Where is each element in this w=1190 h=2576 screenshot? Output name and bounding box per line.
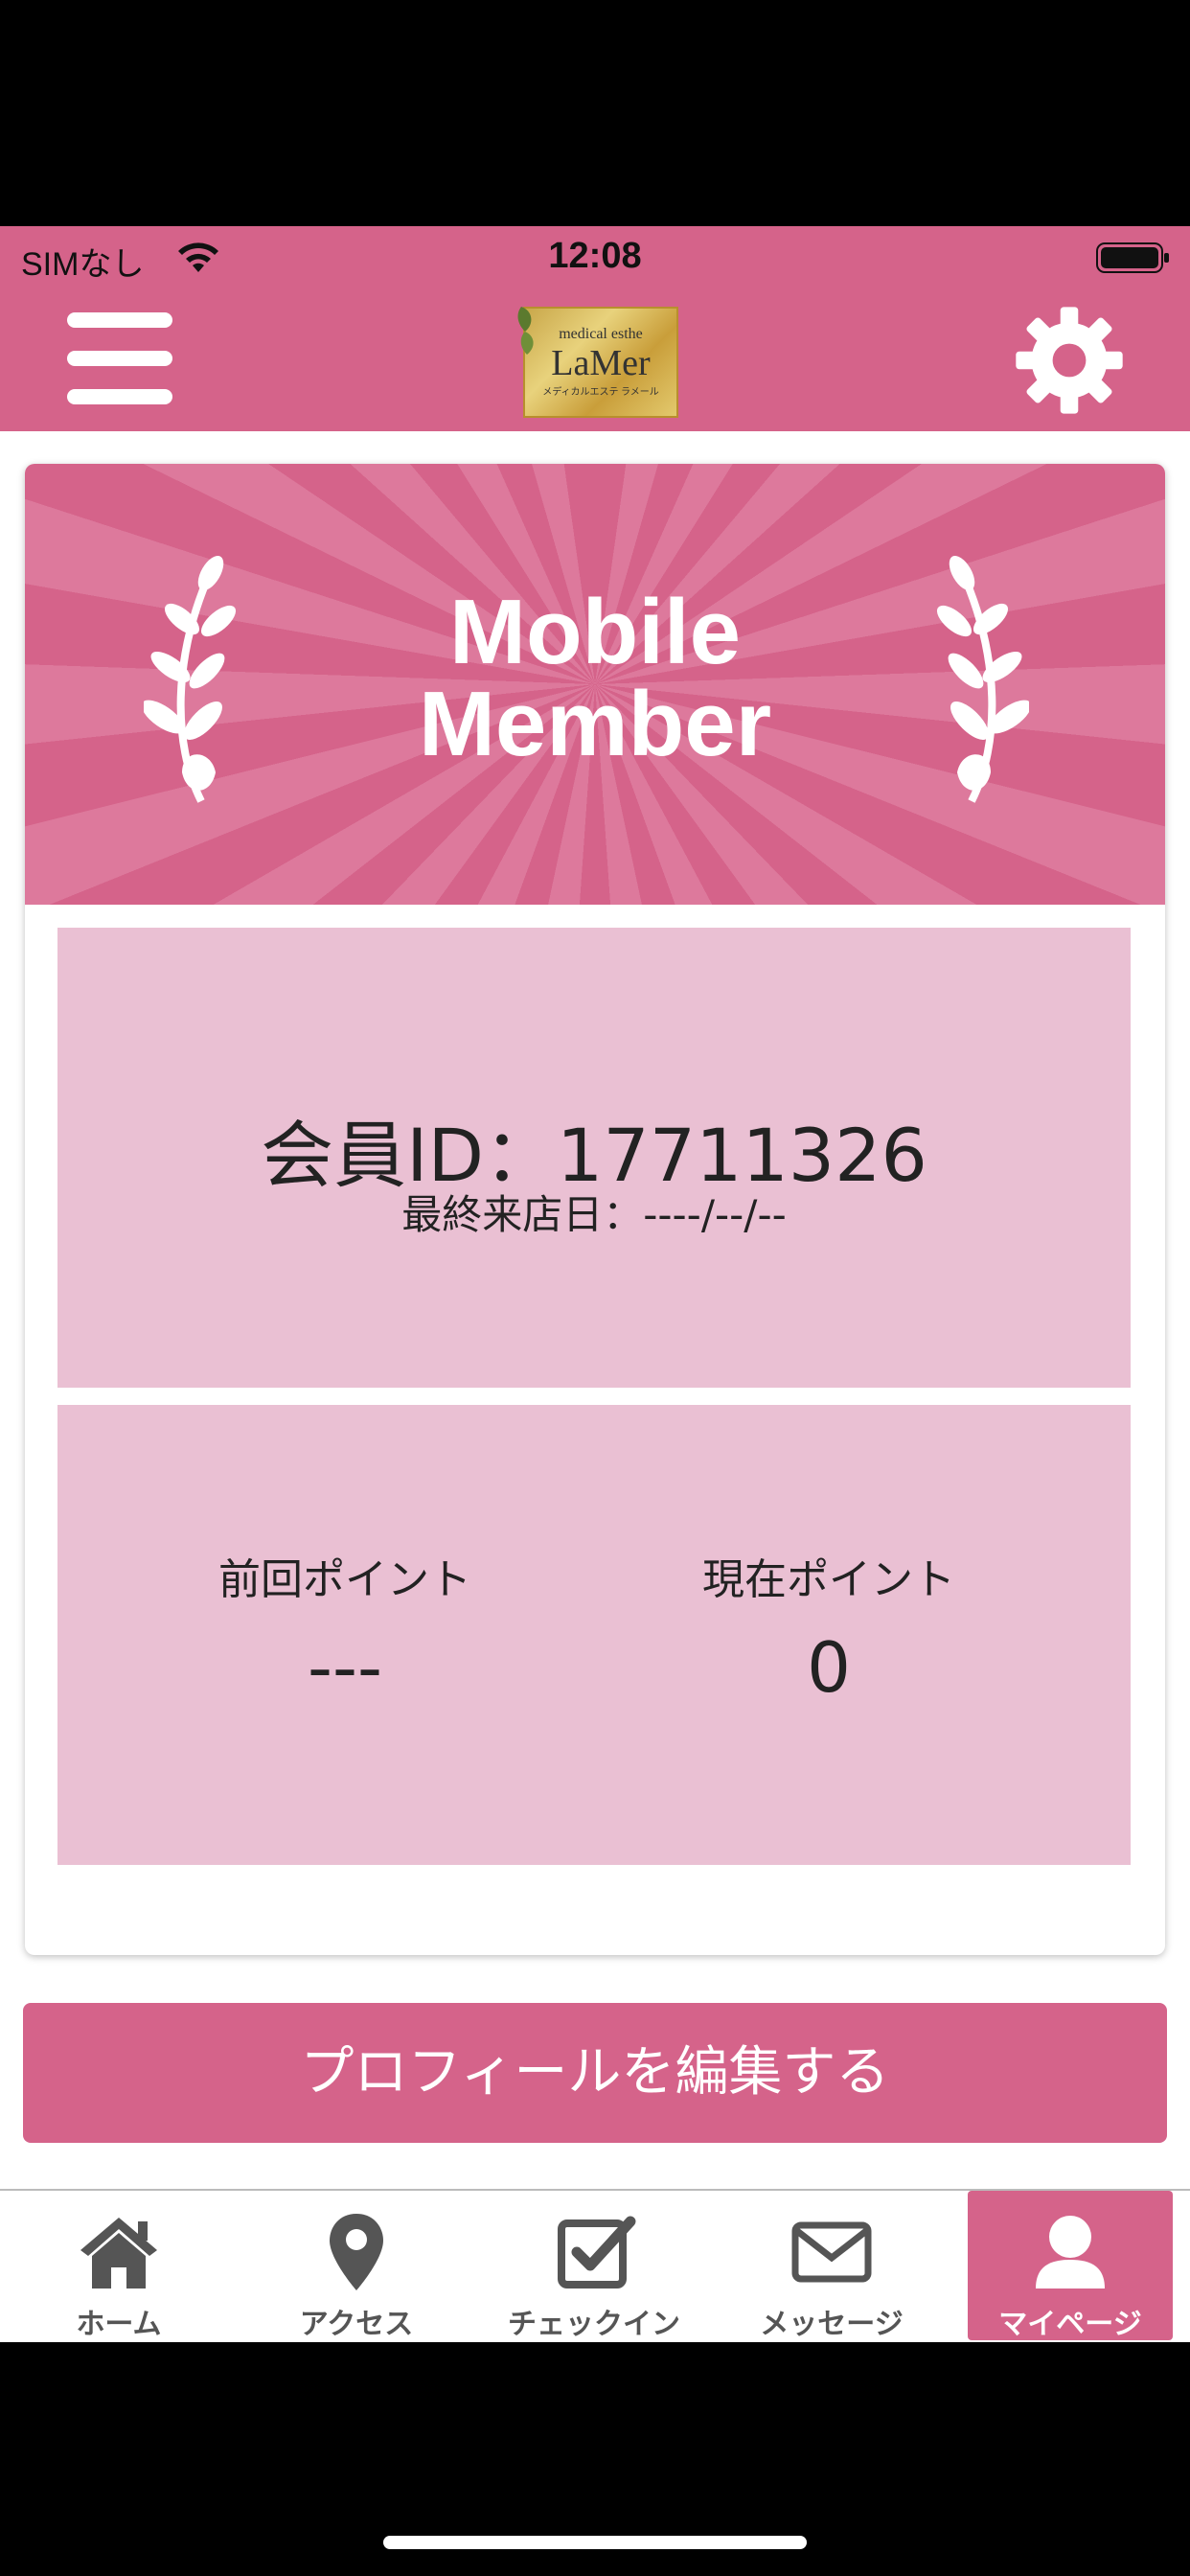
menu-line [67, 312, 172, 328]
previous-points: 前回ポイント --- [105, 1545, 584, 1708]
edit-profile-button[interactable]: プロフィールを編集する [23, 2003, 1167, 2143]
checkbox-icon [558, 2216, 636, 2288]
hamburger-menu-button[interactable] [67, 312, 174, 404]
tab-bar: ホーム アクセス チェックイン メッセージ マイページ [0, 2189, 1190, 2342]
ivy-leaf-icon [517, 307, 534, 355]
logo-line3: メディカルエステ ラメール [542, 387, 659, 398]
gear-icon[interactable] [1014, 305, 1125, 416]
map-pin-icon [330, 2214, 383, 2290]
clock: 12:08 [548, 236, 642, 276]
tab-mypage[interactable]: マイページ [968, 2191, 1173, 2341]
logo-line2: LaMer [551, 343, 651, 383]
tab-label: チェックイン [508, 2308, 680, 2341]
battery-icon [1096, 242, 1169, 273]
home-indicator [383, 2536, 807, 2549]
user-icon [1036, 2216, 1105, 2288]
status-bar: SIMなし 12:08 [0, 226, 1190, 293]
brand-logo: medical esthe LaMer メディカルエステ ラメール [517, 307, 678, 418]
envelope-icon [791, 2221, 872, 2283]
tab-label: アクセス [299, 2308, 414, 2341]
current-points-label: 現在ポイント [702, 1555, 955, 1604]
tab-label: マイページ [998, 2308, 1142, 2341]
logo-line1: medical esthe [559, 326, 643, 342]
menu-line [67, 389, 172, 404]
current-points: 現在ポイント 0 [589, 1545, 1068, 1708]
current-points-value: 0 [807, 1627, 851, 1708]
mobile-member-banner: Mobile Member [25, 464, 1165, 905]
tab-home[interactable]: ホーム [0, 2191, 238, 2341]
member-card: Mobile Member 会員ID：17711326 最終来店日：----/-… [25, 464, 1165, 1955]
points-panel: 前回ポイント --- 現在ポイント 0 [57, 1405, 1131, 1865]
main-content: Mobile Member 会員ID：17711326 最終来店日：----/-… [0, 431, 1190, 2189]
nav-bar: medical esthe LaMer メディカルエステ ラメール [0, 293, 1190, 431]
previous-points-value: --- [308, 1627, 382, 1708]
tab-access[interactable]: アクセス [238, 2191, 475, 2341]
laurel-icon [936, 555, 1029, 803]
tab-checkin[interactable]: チェックイン [475, 2191, 713, 2341]
last-visit-date: 最終来店日：----/--/-- [401, 1191, 787, 1238]
previous-points-label: 前回ポイント [218, 1555, 471, 1604]
home-icon [80, 2218, 157, 2288]
tab-label: ホーム [76, 2308, 162, 2341]
menu-line [67, 351, 172, 366]
tab-messages[interactable]: メッセージ [713, 2191, 950, 2341]
member-id-panel: 会員ID：17711326 最終来店日：----/--/-- [57, 928, 1131, 1388]
tab-label: メッセージ [760, 2308, 904, 2341]
